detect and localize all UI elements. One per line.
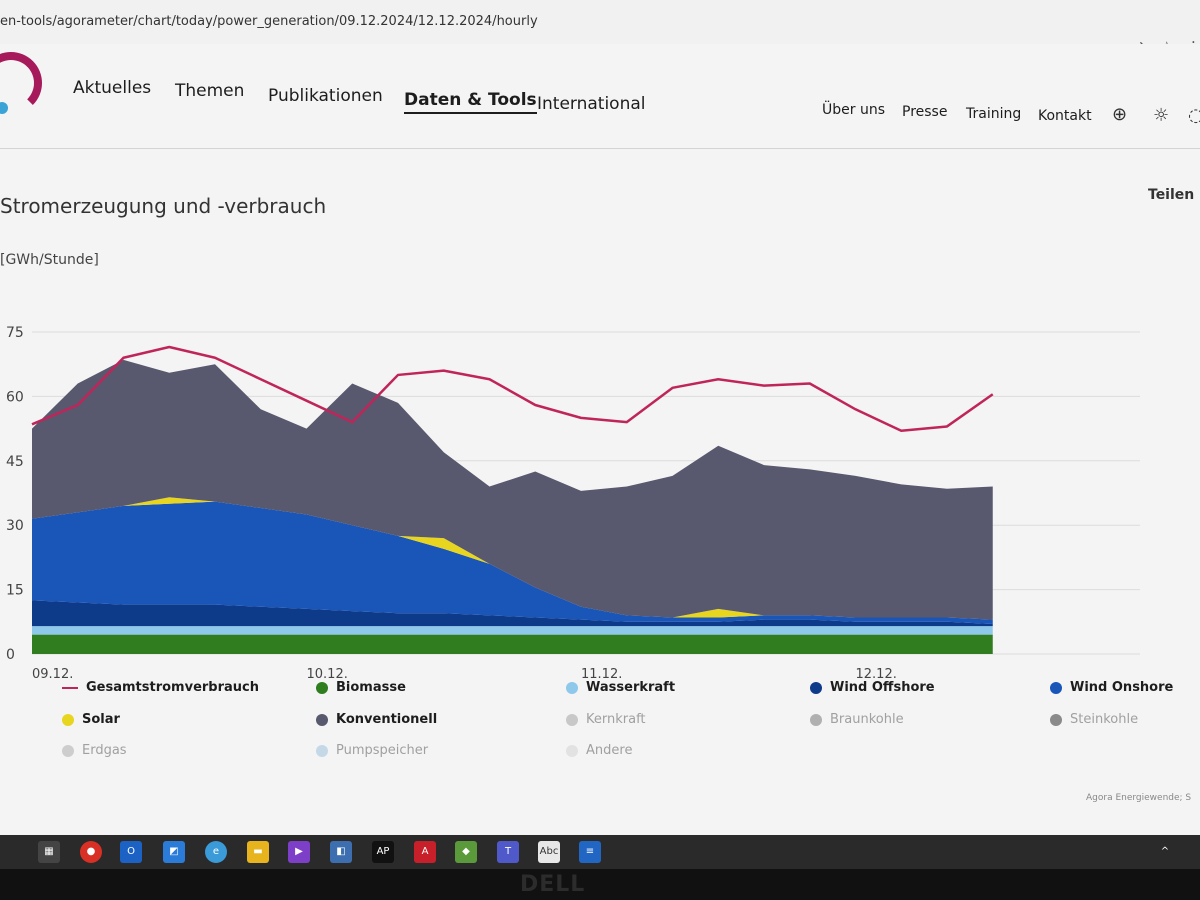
legend-swatch [316,681,328,694]
share-button[interactable]: Teilen [1148,187,1194,203]
ap-icon[interactable]: AP [372,841,394,863]
legend-item-biomasse[interactable]: Biomasse [316,680,406,695]
source-credit: Agora Energiewende; S [1086,793,1192,803]
legend-label: Konventionell [336,712,438,727]
file-explorer-icon[interactable]: ▬ [247,841,269,863]
browser-address-bar[interactable]: en-tools/agorameter/chart/today/power_ge… [0,0,1200,45]
y-axis-ticks: 0 15 30 45 60 75 [6,325,24,663]
monitor-brand-logo: DELL [520,872,586,897]
legend-label: Kernkraft [586,712,646,727]
legend-item-wasserkraft[interactable]: Wasserkraft [566,680,675,695]
area-biomasse[interactable] [32,634,993,654]
legend-swatch [1050,713,1062,726]
app-icon[interactable]: ◧ [330,841,352,863]
tray-chevron-icon[interactable]: ^ [1158,841,1172,863]
legend-label: Wind Offshore [830,680,935,695]
legend-label: Erdgas [82,743,127,758]
y-tick-label: 0 [6,647,15,663]
nav-ueber-uns[interactable]: Über uns [822,102,885,118]
legend-item-konventionell[interactable]: Konventionell [316,712,437,727]
legend-swatch [810,713,822,726]
acrobat-icon[interactable]: A [414,841,436,863]
legend-swatch [62,686,78,689]
monitor-bezel [0,869,1200,900]
legend-label: Steinkohle [1070,712,1139,727]
legend-label: Wind Onshore [1070,680,1174,695]
app-icon[interactable]: ◩ [163,841,185,863]
legend-swatch [1050,681,1062,694]
legend-label: Gesamtstromverbrauch [86,680,260,695]
teams-icon[interactable]: T [497,841,519,863]
nav-publikationen[interactable]: Publikationen [268,86,383,106]
globe-icon[interactable]: ⊕ [1112,104,1127,125]
y-tick-label: 45 [6,454,24,470]
nav-international[interactable]: International [537,94,646,114]
y-tick-label: 30 [6,518,24,534]
legend-item-wind-offshore[interactable]: Wind Offshore [810,680,935,695]
legend-label: Andere [586,743,633,758]
legend-item-steinkohle[interactable]: Steinkohle [1050,712,1138,727]
legend-item-erdgas[interactable]: Erdgas [62,743,127,758]
edge-icon[interactable]: e [205,841,227,863]
legend-label: Braunkohle [830,712,904,727]
legend-item-andere[interactable]: Andere [566,743,632,758]
legend-swatch [62,713,74,726]
media-icon[interactable]: ▶ [288,841,310,863]
legend-item-gesamtstromverbrauch[interactable]: Gesamtstromverbrauch [62,680,259,695]
app-icon[interactable]: ◆ [455,841,477,863]
nav-aktuelles[interactable]: Aktuelles [73,78,151,98]
legend-label: Biomasse [336,680,406,695]
outlook-icon[interactable]: O [120,841,142,863]
page-title: Stromerzeugung und -verbrauch [0,194,327,218]
legend-swatch [810,681,822,694]
url-text[interactable]: en-tools/agorameter/chart/today/power_ge… [0,14,538,29]
legend-item-solar[interactable]: Solar [62,712,120,727]
app-icon[interactable]: ≡ [579,841,601,863]
sun-icon[interactable]: ☼ [1153,105,1169,126]
header-divider [0,148,1200,149]
legend-swatch [566,744,578,757]
legend-label: Pumpspeicher [336,743,429,758]
legend-item-braunkohle[interactable]: Braunkohle [810,712,904,727]
legend-swatch [316,744,328,757]
y-tick-label: 60 [6,389,24,405]
abc-icon[interactable]: Abc [538,841,560,863]
legend-swatch [566,713,578,726]
y-axis-unit: [GWh/Stunde] [0,252,99,268]
power-generation-chart[interactable]: 01530456075 09.12. 10.12. 11.12. 12.12. [0,274,1200,684]
legend-item-wind-onshore[interactable]: Wind Onshore [1050,680,1173,695]
legend-swatch [566,681,578,694]
nav-kontakt[interactable]: Kontakt [1038,108,1092,124]
profile-icon[interactable]: ◌ [1188,105,1200,126]
nav-training[interactable]: Training [966,106,1021,122]
y-tick-label: 75 [6,325,24,341]
area-wasserkraft[interactable] [32,626,993,635]
chrome-icon[interactable]: ● [80,841,102,863]
legend-swatch [316,713,328,726]
y-tick-label: 15 [6,583,24,599]
legend-swatch [62,744,74,757]
task-view-icon[interactable]: ▦ [38,841,60,863]
legend-label: Solar [82,712,120,727]
legend-item-kernkraft[interactable]: Kernkraft [566,712,646,727]
windows-taskbar: ▦ ● O ◩ e ▬ ▶ ◧ AP A ◆ T Abc ≡ ^ [0,835,1200,869]
website: Aktuelles Themen Publikationen Daten & T… [0,44,1200,835]
nav-daten-tools[interactable]: Daten & Tools [404,90,537,114]
nav-presse[interactable]: Presse [902,104,947,120]
legend-label: Wasserkraft [586,680,676,695]
nav-themen[interactable]: Themen [175,81,244,101]
legend-item-pumpspeicher[interactable]: Pumpspeicher [316,743,428,758]
